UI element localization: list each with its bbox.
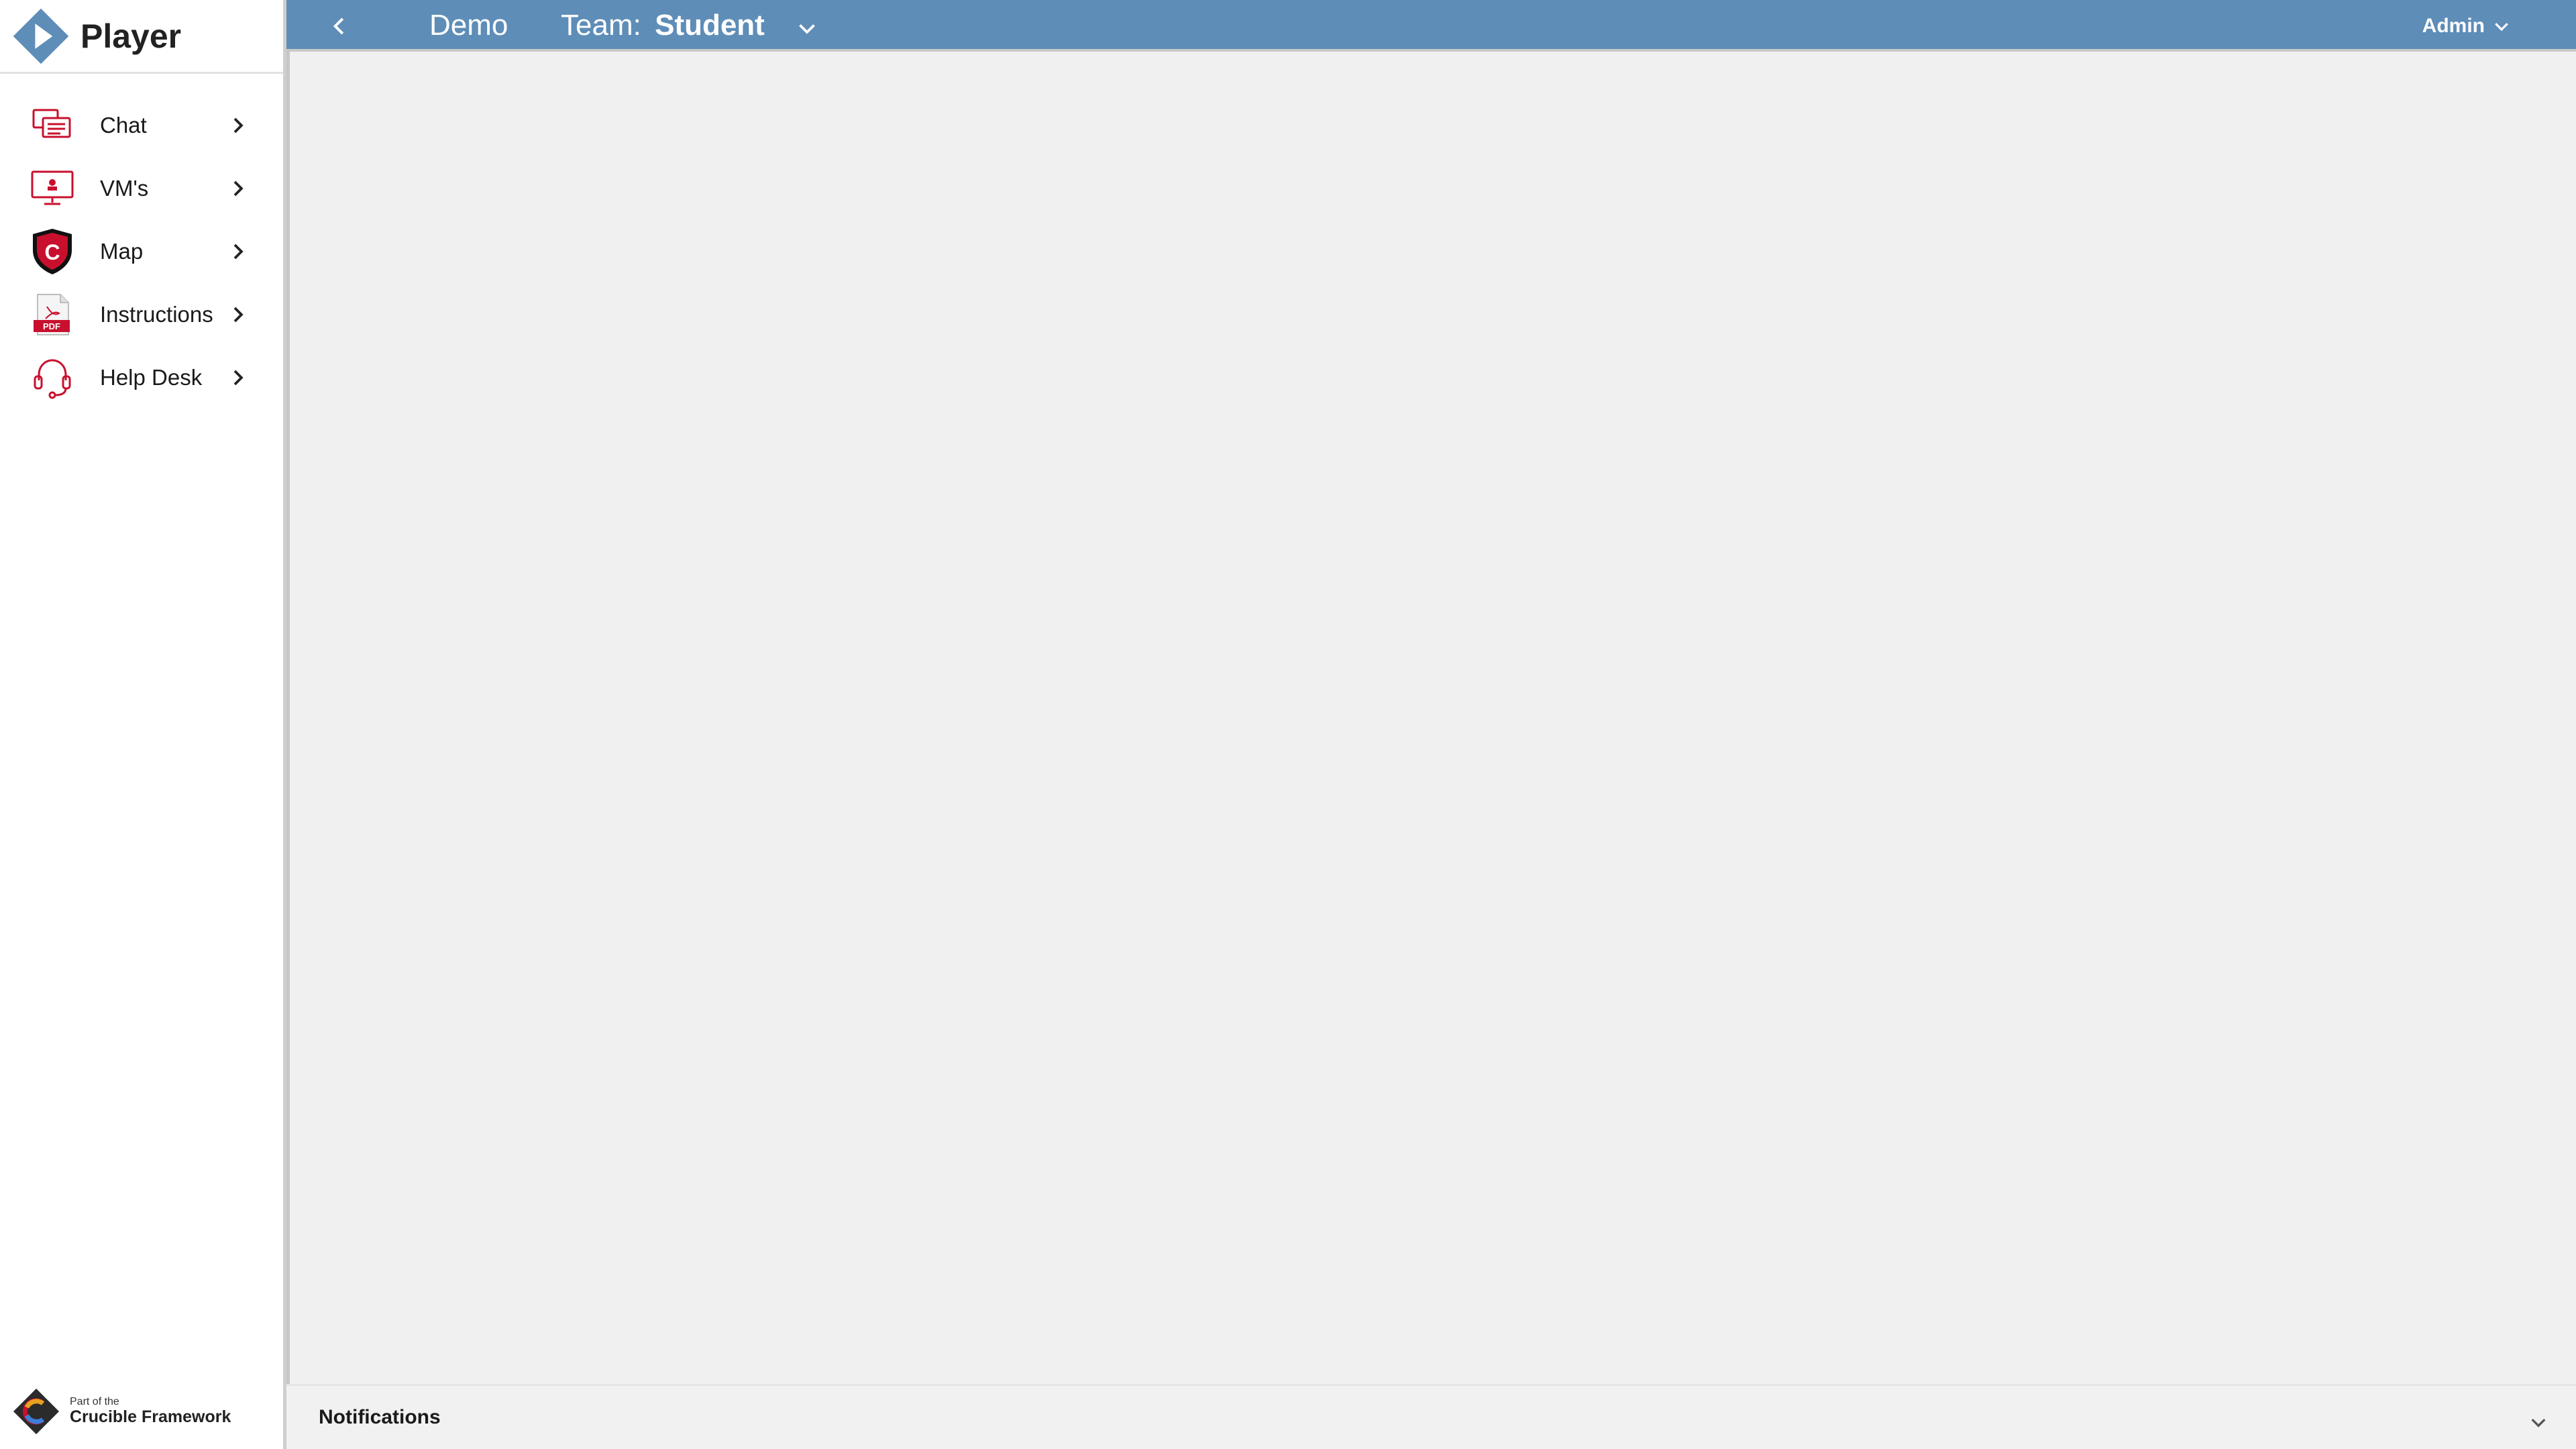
chevron-down-icon (2495, 23, 2508, 32)
user-name: Admin (2422, 15, 2485, 37)
chevron-right-icon (233, 370, 244, 386)
pdf-icon: PDF (30, 292, 75, 337)
team-value: Student (655, 9, 765, 42)
shield-c-icon: C (30, 229, 75, 274)
team-selector[interactable]: Team: Student (561, 9, 765, 42)
sidebar-item-label: Help Desk (100, 365, 203, 390)
sidebar-item-map[interactable]: C Map (0, 220, 283, 283)
monitor-icon (30, 166, 75, 211)
footer-small-text: Part of the (70, 1396, 119, 1408)
chevron-right-icon (233, 244, 244, 260)
sidebar-item-label: Map (100, 239, 144, 264)
sidebar-item-vms[interactable]: VM's (0, 157, 283, 220)
sidebar-item-label: Chat (100, 113, 147, 138)
svg-text:C: C (44, 240, 60, 264)
sidebar: Player Chat VM's C Map PDF Instructions … (0, 0, 286, 1449)
user-menu[interactable]: Admin (2422, 15, 2512, 38)
footer-brand-text: Crucible Framework (70, 1407, 231, 1427)
view-name: Demo (429, 9, 508, 42)
headset-icon (30, 355, 75, 400)
sidebar-item-chat[interactable]: Chat (0, 94, 283, 157)
sidebar-item-label: Instructions (100, 302, 213, 327)
chevron-down-icon[interactable] (795, 16, 819, 40)
sidebar-item-label: VM's (100, 176, 149, 201)
top-bar: Demo Team: Student Admin (286, 0, 2576, 52)
chevron-left-icon[interactable] (327, 13, 352, 39)
svg-text:PDF: PDF (43, 321, 60, 331)
chevron-right-icon (233, 307, 244, 323)
chat-icon (30, 103, 75, 148)
player-logo-icon (13, 8, 69, 64)
chevron-down-icon[interactable] (2528, 1411, 2549, 1433)
notifications-label: Notifications (319, 1406, 441, 1428)
brand-header[interactable]: Player (0, 0, 283, 74)
app-title: Player (80, 17, 182, 55)
sidebar-nav: Chat VM's C Map PDF Instructions Help De… (0, 94, 283, 409)
chevron-right-icon (233, 180, 244, 197)
chevron-right-icon (233, 117, 244, 133)
crucible-footer[interactable]: Part of the Crucible Framework (12, 1387, 231, 1436)
team-label: Team: (561, 9, 641, 42)
sidebar-item-instructions[interactable]: PDF Instructions (0, 283, 283, 346)
crucible-logo-icon (13, 1389, 59, 1434)
notifications-panel[interactable]: Notifications (286, 1384, 2576, 1449)
sidebar-item-help-desk[interactable]: Help Desk (0, 346, 283, 409)
main-content (286, 52, 2576, 1384)
